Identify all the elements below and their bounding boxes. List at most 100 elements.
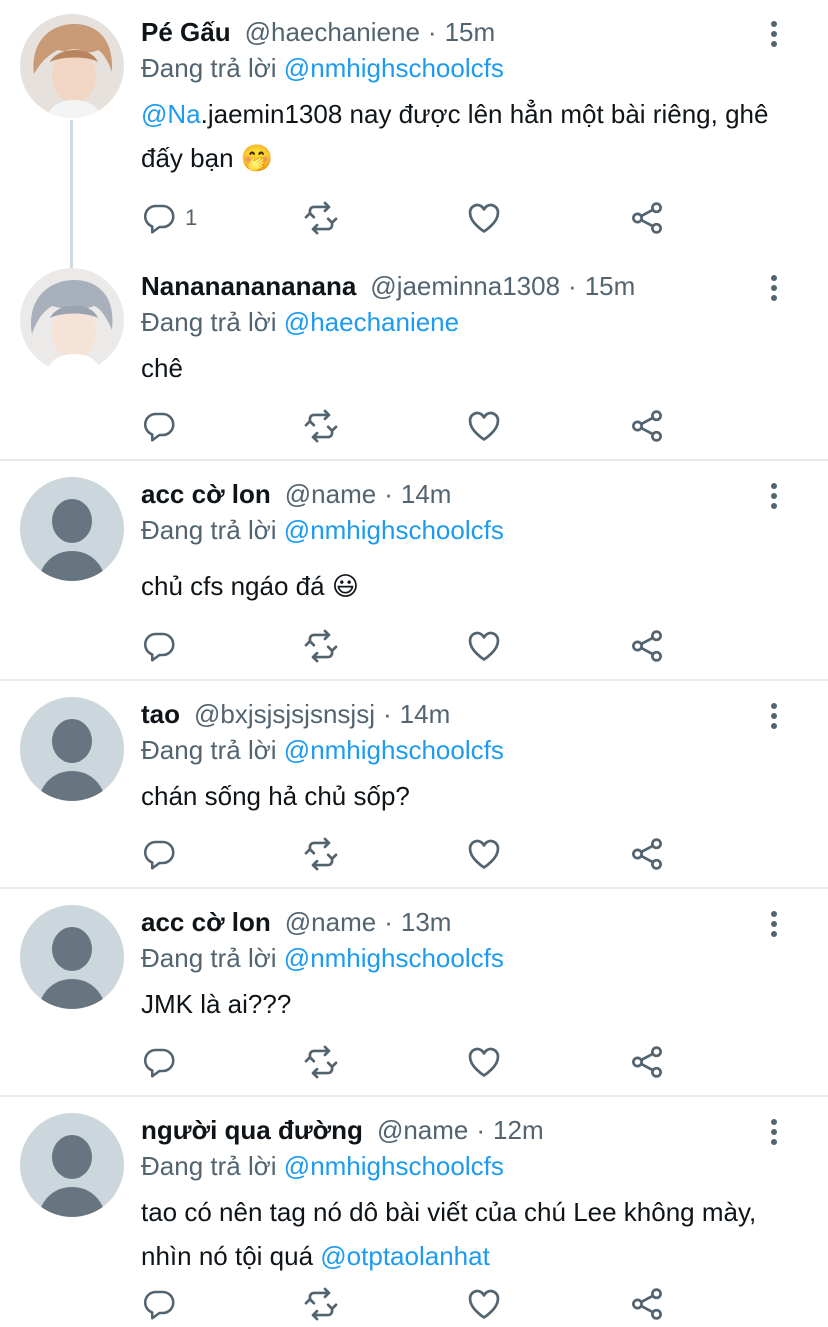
heart-icon <box>465 835 503 873</box>
avatar[interactable] <box>20 697 124 801</box>
emoji: 🤭 <box>240 143 274 173</box>
reply-button[interactable] <box>141 626 177 666</box>
user-handle[interactable]: @jaeminna1308 <box>370 268 560 304</box>
reply-button[interactable] <box>141 1284 177 1324</box>
share-button[interactable] <box>628 1284 666 1324</box>
tweet-text: chán sống hả chủ sốp? <box>141 781 410 811</box>
heart-icon <box>465 627 503 665</box>
avatar[interactable] <box>20 268 124 372</box>
reply-context: Đang trả lời @nmhighschoolcfs <box>141 1148 504 1184</box>
display-name[interactable]: acc cờ lon <box>141 904 271 940</box>
reply-icon <box>141 1286 177 1322</box>
tweet-header: tao @bxjsjsjsjsnsjsj · 14m <box>141 696 450 732</box>
display-name[interactable]: tao <box>141 696 180 732</box>
display-name[interactable]: acc cờ lon <box>141 476 271 512</box>
reply-to-mention[interactable]: @nmhighschoolcfs <box>284 1151 504 1181</box>
retweet-icon <box>302 627 340 665</box>
share-button[interactable] <box>628 1042 666 1082</box>
more-options-icon[interactable] <box>764 1117 784 1147</box>
reply-prefix: Đang trả lời <box>141 53 277 83</box>
share-button[interactable] <box>628 198 666 238</box>
more-options-icon[interactable] <box>764 909 784 939</box>
like-button[interactable] <box>465 1284 503 1324</box>
body-mention[interactable]: @otptaolanhat <box>320 1241 490 1271</box>
separator-dot: · <box>568 271 577 301</box>
display-name[interactable]: Pé Gấu <box>141 14 231 50</box>
heart-icon <box>465 199 503 237</box>
reply-to-mention[interactable]: @haechaniene <box>284 307 459 337</box>
reply-button[interactable]: 1 <box>141 198 197 238</box>
share-button[interactable] <box>628 626 666 666</box>
tweet-header: Nanananananana @jaeminna1308 · 15m <box>141 268 635 304</box>
reply-button[interactable] <box>141 834 177 874</box>
display-name[interactable]: người qua đường <box>141 1112 363 1148</box>
heart-icon <box>465 407 503 445</box>
retweet-button[interactable] <box>302 406 340 446</box>
more-options-icon[interactable] <box>764 273 784 303</box>
retweet-button[interactable] <box>302 1284 340 1324</box>
tweet-header: người qua đường @name · 12m <box>141 1112 544 1148</box>
share-icon <box>628 407 666 445</box>
like-button[interactable] <box>465 198 503 238</box>
user-handle[interactable]: @name <box>285 476 376 512</box>
separator-dot: · <box>384 479 393 509</box>
reply-icon <box>141 408 177 444</box>
reply-to-mention[interactable]: @nmhighschoolcfs <box>284 515 504 545</box>
heart-icon <box>465 1043 503 1081</box>
more-options-icon[interactable] <box>764 19 784 49</box>
share-button[interactable] <box>628 406 666 446</box>
reply-context: Đang trả lời @nmhighschoolcfs <box>141 512 504 548</box>
share-icon <box>628 627 666 665</box>
avatar[interactable] <box>20 905 124 1009</box>
timestamp[interactable]: 15m <box>585 268 636 304</box>
default-avatar-icon <box>20 697 124 801</box>
reply-to-mention[interactable]: @nmhighschoolcfs <box>284 943 504 973</box>
reply-context: Đang trả lời @nmhighschoolcfs <box>141 940 504 976</box>
more-options-icon[interactable] <box>764 481 784 511</box>
like-button[interactable] <box>465 406 503 446</box>
retweet-icon <box>302 1043 340 1081</box>
heart-icon <box>465 1285 503 1323</box>
share-button[interactable] <box>628 834 666 874</box>
like-button[interactable] <box>465 1042 503 1082</box>
divider <box>0 1095 828 1097</box>
share-icon <box>628 1285 666 1323</box>
retweet-button[interactable] <box>302 198 340 238</box>
like-button[interactable] <box>465 626 503 666</box>
more-options-icon[interactable] <box>764 701 784 731</box>
avatar[interactable] <box>20 1113 124 1217</box>
reply-icon <box>141 628 177 664</box>
reply-count: 1 <box>185 205 198 230</box>
user-handle[interactable]: @haechaniene <box>245 14 420 50</box>
like-button[interactable] <box>465 834 503 874</box>
retweet-icon <box>302 835 340 873</box>
display-name[interactable]: Nanananananana <box>141 268 356 304</box>
user-handle[interactable]: @name <box>285 904 376 940</box>
reply-button[interactable] <box>141 406 177 446</box>
user-handle[interactable]: @name <box>377 1112 468 1148</box>
avatar[interactable] <box>20 14 124 118</box>
timestamp[interactable]: 15m <box>445 14 496 50</box>
reply-context: Đang trả lời @nmhighschoolcfs <box>141 50 504 86</box>
timestamp[interactable]: 12m <box>493 1112 544 1148</box>
tweet-text: chủ cfs ngáo đá 😃 <box>141 564 791 608</box>
reply-to-mention[interactable]: @nmhighschoolcfs <box>284 735 504 765</box>
user-handle[interactable]: @bxjsjsjsjsnsjsj <box>194 696 375 732</box>
emoji: 😃 <box>331 571 359 601</box>
tweet-text: chê <box>141 353 183 383</box>
body-mention[interactable]: @Na <box>141 99 201 129</box>
timestamp[interactable]: 14m <box>401 476 452 512</box>
divider <box>0 459 828 461</box>
avatar[interactable] <box>20 477 124 581</box>
reply-context: Đang trả lời @nmhighschoolcfs <box>141 732 504 768</box>
timestamp[interactable]: 13m <box>401 904 452 940</box>
reply-prefix: Đang trả lời <box>141 943 277 973</box>
reply-button[interactable] <box>141 1042 177 1082</box>
default-avatar-icon <box>20 1113 124 1217</box>
reply-to-mention[interactable]: @nmhighschoolcfs <box>284 53 504 83</box>
retweet-button[interactable] <box>302 1042 340 1082</box>
timestamp[interactable]: 14m <box>400 696 451 732</box>
retweet-button[interactable] <box>302 834 340 874</box>
retweet-icon <box>302 199 340 237</box>
retweet-button[interactable] <box>302 626 340 666</box>
